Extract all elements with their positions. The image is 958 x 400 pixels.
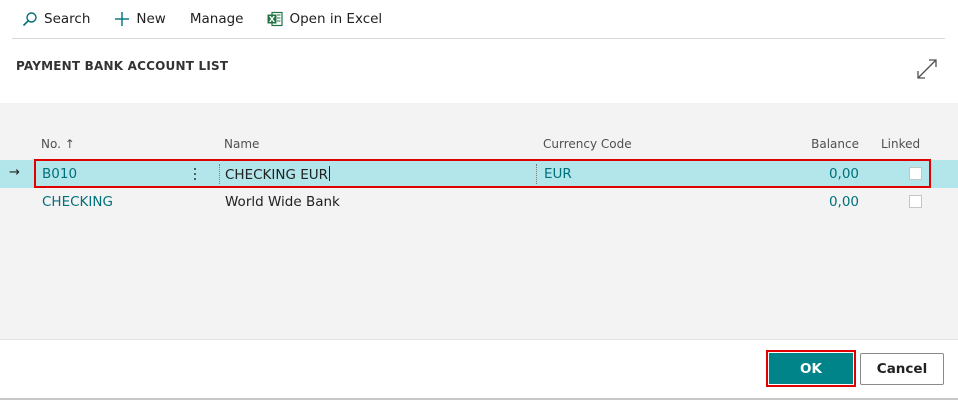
svg-text:X: X <box>269 15 276 24</box>
search-label: Search <box>44 11 91 27</box>
toolbar-divider <box>12 38 945 39</box>
row-name-text: CHECKING EUR <box>225 167 329 183</box>
row-linked-checkbox[interactable] <box>909 167 922 180</box>
table-row[interactable]: → B010 CHECKING EUR EUR 0,00 <box>0 160 958 188</box>
row-balance-link[interactable]: 0,00 <box>779 166 859 182</box>
footer-divider <box>0 339 958 340</box>
row-balance-link[interactable]: 0,00 <box>779 194 859 210</box>
open-in-excel-label: Open in Excel <box>289 11 383 27</box>
row-name-text: World Wide Bank <box>225 194 340 210</box>
page-title: PAYMENT BANK ACCOUNT LIST <box>16 59 229 73</box>
row-currency-code-link[interactable]: EUR <box>544 166 572 182</box>
expand-icon[interactable] <box>916 58 938 80</box>
search-button[interactable]: Search <box>22 0 90 38</box>
new-label: New <box>136 11 166 27</box>
column-header-name[interactable]: Name <box>224 137 259 151</box>
new-button[interactable]: New <box>114 0 166 38</box>
cancel-button[interactable]: Cancel <box>860 353 944 385</box>
manage-button[interactable]: Manage <box>190 0 244 38</box>
text-cursor <box>329 166 331 181</box>
cell-divider <box>536 164 537 184</box>
row-linked-checkbox[interactable] <box>909 195 922 208</box>
table-row[interactable]: CHECKING World Wide Bank 0,00 <box>0 188 958 216</box>
action-bar: Search New Manage X Open in Excel <box>0 0 958 38</box>
current-row-arrow-icon: → <box>9 165 20 180</box>
column-header-balance[interactable]: Balance <box>779 137 859 151</box>
payment-bank-account-list-dialog: Search New Manage X Open in Excel PAYMEN… <box>0 0 958 400</box>
column-header-no[interactable]: No. ↑ <box>41 137 75 151</box>
row-actions-icon[interactable] <box>190 164 200 184</box>
cell-divider <box>219 164 220 184</box>
row-no-link[interactable]: CHECKING <box>42 194 113 210</box>
excel-icon: X <box>267 11 284 27</box>
search-icon <box>22 11 38 27</box>
open-in-excel-button[interactable]: X Open in Excel <box>267 0 382 38</box>
ok-button[interactable]: OK <box>769 353 853 384</box>
manage-label: Manage <box>189 11 244 27</box>
row-no-link[interactable]: B010 <box>42 166 77 182</box>
row-name-field[interactable]: CHECKING EUR <box>225 166 331 183</box>
plus-icon <box>114 11 130 27</box>
column-header-linked[interactable]: Linked <box>881 137 920 151</box>
column-header-currency-code[interactable]: Currency Code <box>543 137 632 151</box>
